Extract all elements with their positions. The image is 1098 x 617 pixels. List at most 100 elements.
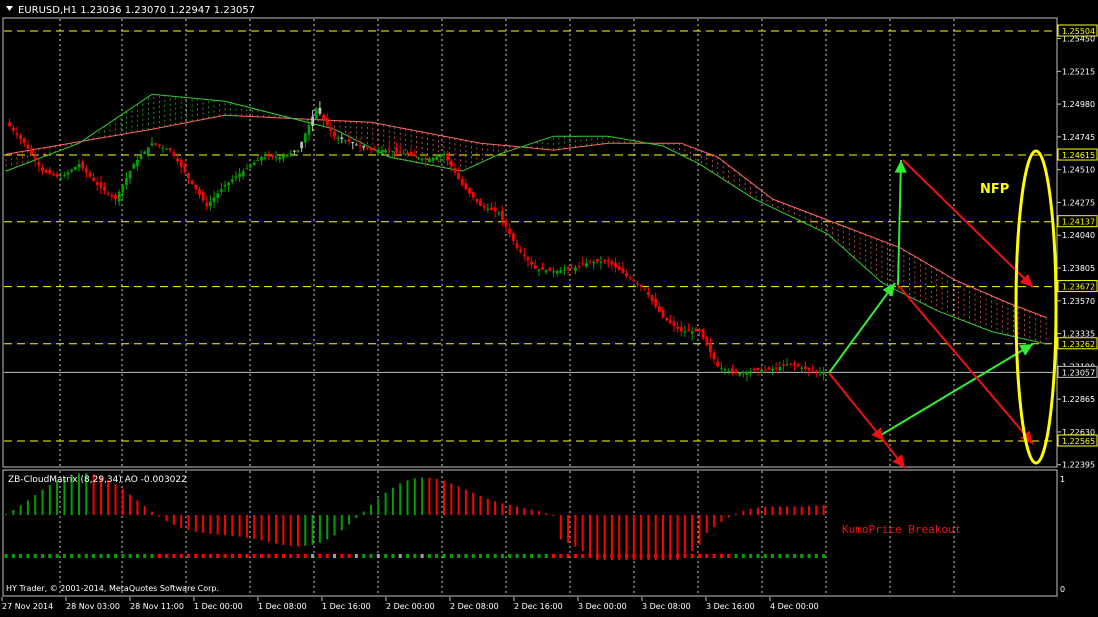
candle-body — [22, 138, 26, 144]
candle-body — [592, 261, 596, 264]
candle-body — [621, 268, 625, 273]
candle-body — [241, 171, 245, 177]
candle-body — [614, 263, 617, 268]
histogram-bar — [800, 506, 803, 515]
candle-body — [760, 369, 763, 373]
signal-dot — [194, 554, 198, 558]
candle-body — [782, 364, 785, 366]
histogram-bar — [151, 511, 153, 515]
candle-body — [785, 364, 789, 366]
signal-dot — [150, 554, 154, 558]
candle-body — [643, 288, 647, 290]
histogram-bar — [311, 515, 314, 545]
histogram-bar — [516, 506, 518, 515]
candle-body — [249, 165, 252, 168]
time-label: 4 Dec 00:00 — [770, 602, 819, 611]
chart-window[interactable]: 1.25504 1.25450 1.25215 1.24980 1.24745 1.246… — [0, 0, 1098, 613]
candle-body — [497, 212, 501, 214]
candle-body — [468, 187, 471, 194]
histogram-bar — [486, 498, 489, 515]
histogram-bar — [618, 515, 621, 560]
histogram-bar — [464, 489, 467, 515]
dropdown-triangle-icon[interactable] — [6, 6, 13, 11]
histogram-bar — [370, 504, 372, 515]
signal-dot — [625, 554, 628, 558]
candle-body — [814, 370, 818, 372]
signal-dot — [544, 554, 548, 558]
signal-dot — [734, 554, 738, 558]
candle-body — [351, 142, 355, 144]
candle-body — [11, 127, 15, 131]
histogram-bar — [238, 515, 241, 537]
signal-dot — [143, 554, 147, 558]
candle-body — [610, 261, 614, 265]
signal-dot — [741, 554, 745, 558]
candle-body — [650, 295, 654, 301]
histogram-bar — [107, 479, 110, 515]
candle-body — [216, 193, 220, 199]
price-label: 1.23335 — [1062, 330, 1095, 339]
candle-body — [413, 154, 417, 157]
candle-body — [453, 167, 457, 173]
signal-dot — [566, 554, 570, 558]
signal-dot — [165, 554, 169, 558]
signal-dot — [384, 554, 388, 558]
candle-body — [194, 184, 198, 190]
candle-body — [121, 185, 125, 193]
signal-dot — [347, 554, 351, 558]
candle-body — [490, 207, 493, 211]
histogram-bar — [253, 515, 256, 539]
signal-dot — [515, 554, 519, 558]
histogram-bar — [676, 515, 679, 560]
histogram-bar — [764, 506, 767, 515]
histogram-bar — [662, 515, 664, 560]
histogram-bar — [545, 513, 548, 515]
candle-body — [139, 155, 143, 160]
candle-body — [803, 366, 807, 370]
indicator-scale-top: 1 — [1060, 475, 1065, 484]
candle-body — [325, 117, 329, 126]
signal-dot — [552, 554, 555, 558]
candle-body — [789, 363, 793, 365]
signal-dot — [252, 554, 256, 558]
candle-body — [362, 145, 366, 148]
candle-body — [559, 270, 563, 274]
time-label: 2 Dec 16:00 — [514, 602, 563, 611]
candle-body — [647, 291, 650, 296]
price-axis: 1.255041.254501.252151.249801.247451.246… — [1057, 24, 1098, 470]
candle-body — [106, 193, 110, 195]
candle-body — [132, 164, 136, 169]
signal-dot — [500, 554, 504, 558]
candle-body — [501, 210, 504, 220]
candle-body — [114, 194, 117, 199]
histogram-bar — [413, 478, 416, 515]
price-label: 1.23262 — [1062, 340, 1095, 349]
histogram-bar — [603, 515, 606, 560]
histogram-bar — [391, 487, 394, 515]
time-axis: 27 Nov 2014 28 Nov 03:00 28 Nov 11:00 1 Dec… — [1, 597, 819, 611]
signal-dot — [4, 554, 8, 558]
price-label: 1.24980 — [1062, 100, 1095, 109]
candle-body — [150, 143, 154, 146]
candle-body — [665, 317, 669, 321]
candle-body — [190, 180, 194, 184]
time-label: 2 Dec 00:00 — [386, 602, 435, 611]
histogram-bar — [501, 503, 504, 515]
signal-dot — [464, 554, 468, 558]
candle-body — [165, 148, 168, 150]
price-label: 1.24745 — [1062, 133, 1095, 142]
signal-dot — [99, 554, 103, 558]
signal-dot — [807, 554, 811, 558]
histogram-bar — [771, 506, 774, 515]
signal-dot — [398, 554, 402, 558]
histogram-bar — [26, 500, 29, 515]
histogram-bar — [735, 513, 737, 515]
candle-body — [588, 261, 592, 263]
candle-body — [314, 108, 318, 119]
candle-body — [709, 343, 712, 353]
nfp-label: NFP — [980, 182, 1009, 197]
candle-body — [435, 156, 439, 160]
candle-body — [267, 154, 271, 158]
time-label: 27 Nov 2014 — [2, 602, 53, 611]
candle-body — [59, 178, 63, 180]
